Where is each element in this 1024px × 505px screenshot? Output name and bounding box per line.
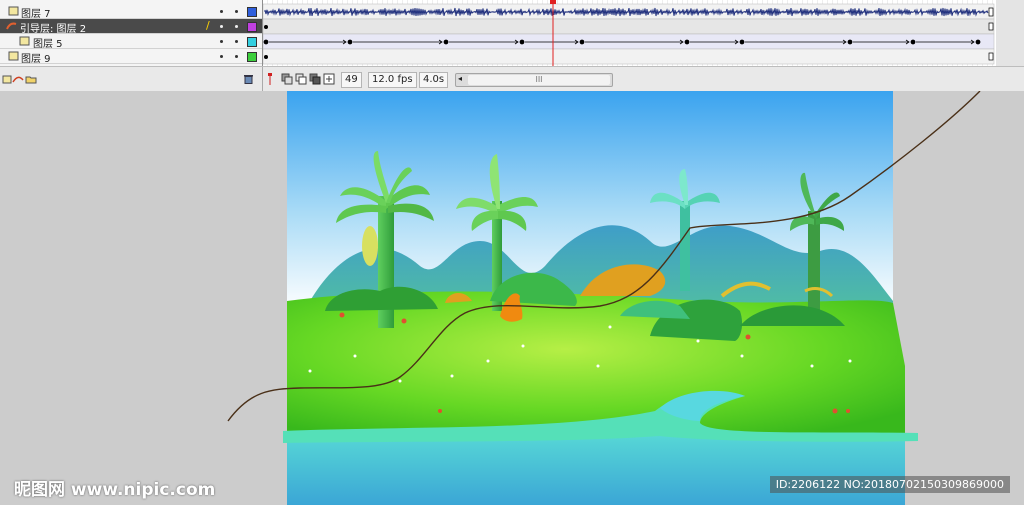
layer-name: 引导层: 图层 2: [20, 24, 87, 35]
layer-page-icon: [8, 51, 19, 61]
lock-dot[interactable]: [235, 25, 238, 28]
stage-artwork: [227, 91, 981, 505]
layer-outline-color[interactable]: [247, 52, 257, 62]
onion-skin-icon[interactable]: [281, 72, 293, 86]
watermark-right: ID:2206122 NO:20180702150309869000: [769, 476, 1010, 493]
delete-layer-icon[interactable]: [243, 72, 254, 86]
frame-grid[interactable]: [263, 0, 998, 66]
keyframe: [443, 39, 449, 45]
keyframe: [579, 39, 585, 45]
frame-grid-graphic: [263, 0, 998, 66]
modify-markers-icon[interactable]: [323, 72, 335, 86]
lock-dot[interactable]: [235, 40, 238, 43]
layer-row-7[interactable]: 图层 7: [0, 4, 262, 20]
scrollbar-thumb[interactable]: III: [468, 75, 610, 85]
layer-name: 图层 7: [21, 9, 51, 20]
scroll-left-icon[interactable]: ◂: [458, 74, 462, 83]
layer-page-icon: [8, 6, 19, 16]
layer-list: 图层 7 引导层: 图层 2 / 图层 5 图层 9: [0, 0, 263, 66]
lock-dot[interactable]: [235, 55, 238, 58]
layer-row-5[interactable]: 图层 5: [0, 34, 262, 50]
insert-folder-icon[interactable]: [25, 72, 37, 86]
keyframe: [910, 39, 916, 45]
layer-name: 图层 9: [21, 54, 51, 65]
layer-outline-color[interactable]: [247, 7, 257, 17]
timeline-toolbar: 49 12.0 fps 4.0s ◂ III: [0, 66, 1024, 91]
visibility-dot[interactable]: [220, 40, 223, 43]
layer-row-9[interactable]: 图层 9: [0, 49, 262, 65]
edit-multiple-frames-icon[interactable]: [309, 72, 321, 86]
keyframe: [519, 39, 525, 45]
onion-outline-icon[interactable]: [295, 72, 307, 86]
stage-area[interactable]: [0, 91, 1024, 505]
frame-rate-field[interactable]: 12.0 fps: [368, 72, 417, 88]
layer-outline-color[interactable]: [247, 37, 257, 47]
visibility-dot[interactable]: [220, 55, 223, 58]
timeline-horizontal-scrollbar[interactable]: ◂ III: [455, 73, 613, 87]
layer-name: 图层 5: [33, 39, 63, 50]
lock-dot[interactable]: [235, 10, 238, 13]
keyframe: [684, 39, 690, 45]
layer-page-icon: [19, 36, 30, 46]
elapsed-time-field: 4.0s: [419, 72, 449, 88]
keyframe: [975, 39, 981, 45]
center-frame-icon[interactable]: [266, 72, 274, 86]
motion-guide-icon[interactable]: [12, 72, 24, 86]
current-frame-field[interactable]: 49: [341, 72, 362, 88]
frame-scrollbar[interactable]: [996, 0, 1024, 66]
insert-layer-icon[interactable]: [2, 72, 12, 86]
timeline-panel: 图层 7 引导层: 图层 2 / 图层 5 图层 9 49 12.0 fps 4…: [0, 0, 1024, 91]
pencil-icon: /: [206, 19, 210, 32]
guide-layer-icon: [6, 22, 17, 30]
visibility-dot[interactable]: [220, 25, 223, 28]
visibility-dot[interactable]: [220, 10, 223, 13]
layer-row-guide[interactable]: 引导层: 图层 2 /: [0, 19, 262, 35]
keyframe: [347, 39, 353, 45]
layer-outline-color[interactable]: [247, 22, 257, 32]
keyframe: [739, 39, 745, 45]
keyframe: [264, 25, 268, 29]
keyframe: [263, 39, 269, 45]
water: [287, 436, 905, 505]
keyframe: [847, 39, 853, 45]
keyframe: [264, 55, 268, 59]
watermark-left: 昵图网 www.nipic.com: [14, 480, 216, 500]
